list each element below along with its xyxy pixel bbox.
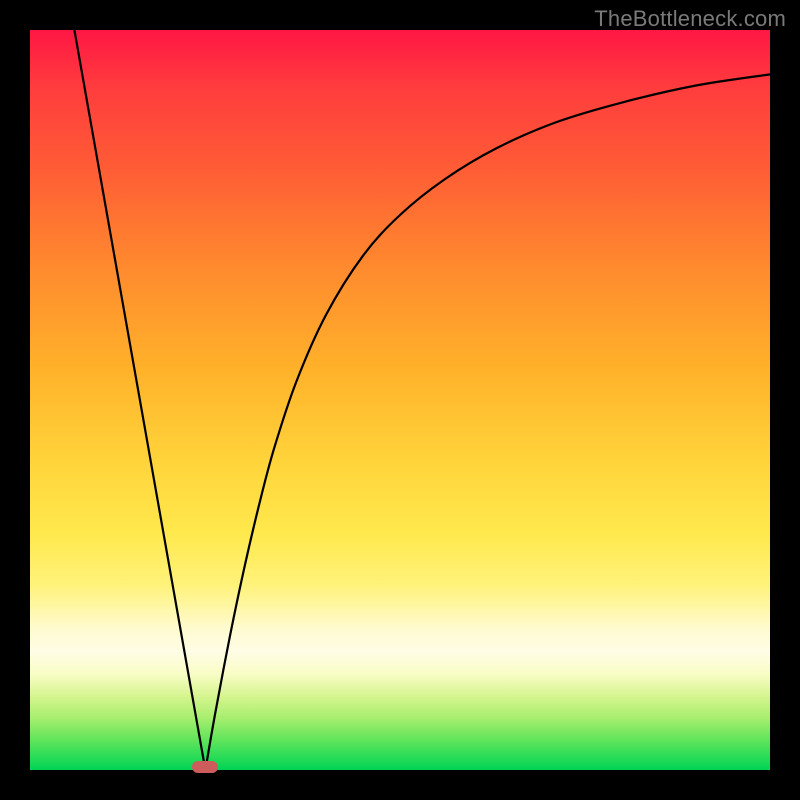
plot-area bbox=[30, 30, 770, 770]
bottleneck-curve bbox=[74, 30, 770, 770]
watermark-label: TheBottleneck.com bbox=[594, 6, 786, 32]
chart-frame: TheBottleneck.com bbox=[0, 0, 800, 800]
minimum-marker bbox=[192, 761, 218, 773]
curve-svg bbox=[30, 30, 770, 770]
